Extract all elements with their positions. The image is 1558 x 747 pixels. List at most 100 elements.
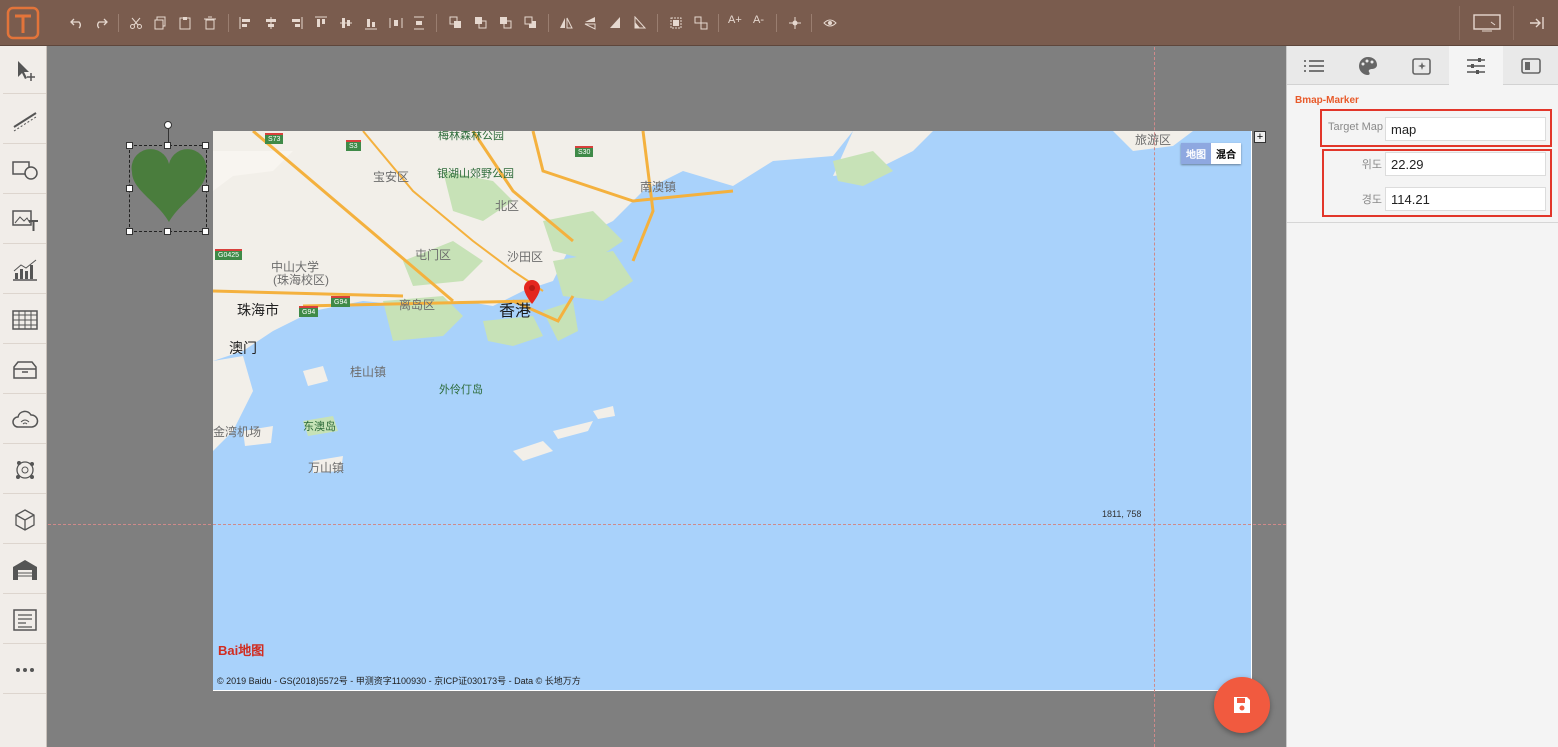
editor-canvas[interactable]: 香港 澳门 珠海市 宝安区 银湖山郊野公园 北区 南澳镇 屯门区 沙田区 离岛区 中山大学 (珠海校区… xyxy=(48,47,1286,747)
longitude-input[interactable] xyxy=(1385,187,1546,211)
warehouse-tool-icon[interactable] xyxy=(3,546,46,594)
container-tool-icon[interactable] xyxy=(3,346,46,394)
bring-forward-icon[interactable] xyxy=(471,12,491,34)
resize-handle-n[interactable] xyxy=(164,142,171,149)
resize-handle-nw[interactable] xyxy=(126,142,133,149)
map-label-macau: 澳门 xyxy=(229,340,257,356)
align-bottom-icon[interactable] xyxy=(361,12,381,34)
app-logo[interactable] xyxy=(6,6,40,40)
network-tool-icon[interactable] xyxy=(3,446,46,494)
flip-horizontal-icon[interactable] xyxy=(556,12,576,34)
save-button[interactable] xyxy=(1214,677,1270,733)
shape-tool-icon[interactable] xyxy=(3,146,46,194)
rotate-handle[interactable] xyxy=(164,121,172,129)
resize-handle-e[interactable] xyxy=(202,185,209,192)
collapse-right-icon xyxy=(1530,17,1544,29)
copy-icon[interactable] xyxy=(150,12,170,34)
align-center-icon[interactable] xyxy=(261,12,281,34)
group-icon[interactable] xyxy=(666,12,686,34)
latitude-input[interactable] xyxy=(1385,152,1546,176)
target-map-input[interactable] xyxy=(1385,117,1546,141)
rotate-left-icon[interactable] xyxy=(605,12,625,34)
map-label-wailingding: 外伶仃岛 xyxy=(439,384,483,396)
component-title: Bmap-Marker xyxy=(1295,95,1359,106)
marker-shape-selection[interactable] xyxy=(129,145,207,232)
toggle-panel-icon xyxy=(1521,57,1541,74)
distribute-vertical-icon[interactable] xyxy=(409,12,429,34)
resize-handle-ne[interactable] xyxy=(202,142,209,149)
select-tool-icon[interactable] xyxy=(3,46,46,94)
resize-handle-s[interactable] xyxy=(164,228,171,235)
toolbar-divider xyxy=(811,14,812,32)
baidu-logo: Bai地图 xyxy=(218,643,265,658)
resize-handle-w[interactable] xyxy=(126,185,133,192)
preview-eye-icon[interactable] xyxy=(820,12,840,34)
tab-style[interactable] xyxy=(1341,46,1395,85)
tab-data[interactable] xyxy=(1503,46,1558,85)
road-badge: G94 xyxy=(331,296,351,307)
map-label-tourist-area: 旅游区 xyxy=(1135,133,1172,147)
map-widget[interactable]: 香港 澳门 珠海市 宝安区 银湖山郊野公园 北区 南澳镇 屯门区 沙田区 离岛区 中山大学 (珠海校区… xyxy=(213,131,1252,691)
guide-line-vertical xyxy=(1154,47,1155,747)
chart-tool-icon[interactable] xyxy=(3,246,46,294)
font-increase-button[interactable]: A+ xyxy=(728,14,742,26)
toolbar-divider xyxy=(657,14,658,32)
send-back-icon[interactable] xyxy=(521,12,541,34)
top-toolbar: A+ A- xyxy=(0,0,1558,46)
3d-tool-icon[interactable] xyxy=(3,496,46,544)
target-map-label: Target Map xyxy=(1327,121,1383,133)
map-label-zhuhai: 珠海市 xyxy=(237,302,279,318)
road-badge: G0425 xyxy=(215,249,243,260)
flip-vertical-icon[interactable] xyxy=(580,12,600,34)
move-center-icon[interactable] xyxy=(785,12,805,34)
more-tools-icon[interactable] xyxy=(3,646,46,694)
resize-handle-se[interactable] xyxy=(202,228,209,235)
delete-icon[interactable] xyxy=(200,12,220,34)
paste-icon[interactable] xyxy=(175,12,195,34)
list-icon xyxy=(1304,59,1324,72)
cloud-tool-icon[interactable] xyxy=(3,396,46,444)
tab-properties[interactable] xyxy=(1449,46,1503,85)
resize-handle-sw[interactable] xyxy=(126,228,133,235)
rotate-right-icon[interactable] xyxy=(630,12,650,34)
tool-sidebar xyxy=(0,46,47,747)
resize-plus-icon[interactable]: + xyxy=(1254,131,1266,143)
toolbar-divider xyxy=(436,14,437,32)
line-tool-icon[interactable] xyxy=(3,96,46,144)
distribute-horizontal-icon[interactable] xyxy=(386,12,406,34)
collapse-panel-button[interactable] xyxy=(1513,6,1558,40)
map-land-layer xyxy=(213,131,1193,473)
tab-effects[interactable] xyxy=(1395,46,1449,85)
guide-line-horizontal xyxy=(48,524,1286,525)
ungroup-icon[interactable] xyxy=(691,12,711,34)
cut-icon[interactable] xyxy=(126,12,146,34)
font-decrease-button[interactable]: A- xyxy=(753,14,764,26)
bring-front-icon[interactable] xyxy=(446,12,466,34)
map-label-dongao: 东澳岛 xyxy=(303,421,336,433)
screen-mode-button[interactable] xyxy=(1459,6,1513,40)
properties-panel: Bmap-Marker Target Map 위도 경도 xyxy=(1286,46,1558,747)
align-left-icon[interactable] xyxy=(236,12,256,34)
redo-icon[interactable] xyxy=(91,12,111,34)
align-middle-icon[interactable] xyxy=(336,12,356,34)
map-type-switch: 地图 混合 xyxy=(1181,143,1241,164)
cursor-coordinates: 1811, 758 xyxy=(1102,509,1142,519)
tab-list[interactable] xyxy=(1287,46,1341,85)
sliders-icon xyxy=(1467,57,1485,74)
map-label-baoan: 宝安区 xyxy=(373,170,410,184)
map-label-guishan: 桂山镇 xyxy=(350,365,387,379)
form-tool-icon[interactable] xyxy=(3,596,46,644)
image-text-tool-icon[interactable] xyxy=(3,196,46,244)
map-type-normal[interactable]: 地图 xyxy=(1181,143,1211,164)
table-tool-icon[interactable] xyxy=(3,296,46,344)
road-badge: S3 xyxy=(346,140,361,151)
map-type-hybrid[interactable]: 混合 xyxy=(1211,143,1241,164)
magic-icon xyxy=(1412,57,1431,75)
location-pin-icon[interactable] xyxy=(523,279,541,310)
align-top-icon[interactable] xyxy=(311,12,331,34)
send-backward-icon[interactable] xyxy=(496,12,516,34)
align-right-icon[interactable] xyxy=(286,12,306,34)
marker-shape[interactable] xyxy=(130,146,208,233)
palette-icon xyxy=(1359,56,1377,75)
undo-icon[interactable] xyxy=(67,12,87,34)
